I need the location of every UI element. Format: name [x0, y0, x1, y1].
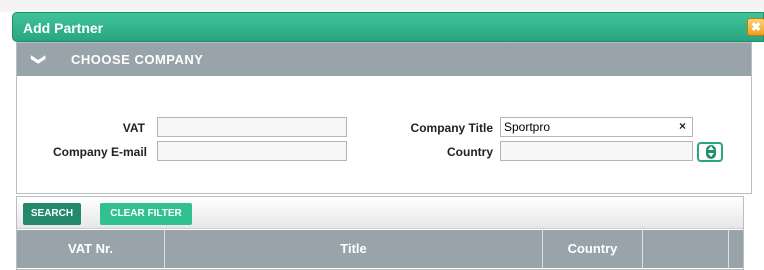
- company-title-field[interactable]: [500, 117, 693, 137]
- vat-field[interactable]: [157, 117, 347, 137]
- results-toolbar: SEARCH CLEAR FILTER: [17, 197, 743, 229]
- column-header-country[interactable]: Country: [543, 230, 643, 268]
- company-title-label: Company Title: [410, 121, 493, 135]
- column-header-title[interactable]: Title: [165, 230, 543, 268]
- results-table-header: VAT Nr. Title Country: [17, 230, 743, 268]
- vat-label: VAT: [122, 121, 145, 135]
- clear-filter-button[interactable]: CLEAR FILTER: [100, 203, 192, 225]
- panel-header[interactable]: ❯ CHOOSE COMPANY: [17, 43, 751, 76]
- panel-title: CHOOSE COMPANY: [71, 52, 204, 67]
- country-label: Country: [447, 145, 493, 159]
- country-field[interactable]: [500, 141, 693, 161]
- up-down-arrows-icon: [706, 145, 716, 159]
- clear-field-icon[interactable]: ×: [679, 119, 686, 133]
- chevron-down-icon[interactable]: ❯: [30, 54, 47, 66]
- choose-company-panel: ❯ CHOOSE COMPANY VAT Company E-mail Comp…: [16, 42, 752, 194]
- dialog-titlebar[interactable]: Add Partner ✖: [12, 12, 764, 42]
- column-header-vat-nr[interactable]: VAT Nr.: [17, 230, 165, 268]
- results-area: SEARCH CLEAR FILTER VAT Nr. Title Countr…: [16, 196, 744, 270]
- dialog-title: Add Partner: [23, 20, 104, 36]
- company-email-field[interactable]: [157, 141, 347, 161]
- column-header-extra: [643, 230, 729, 268]
- country-lookup-button[interactable]: [697, 142, 723, 162]
- page-background-strip: [0, 0, 764, 12]
- search-button[interactable]: SEARCH: [23, 203, 81, 225]
- close-icon[interactable]: ✖: [747, 18, 764, 36]
- company-email-label: Company E-mail: [52, 145, 147, 159]
